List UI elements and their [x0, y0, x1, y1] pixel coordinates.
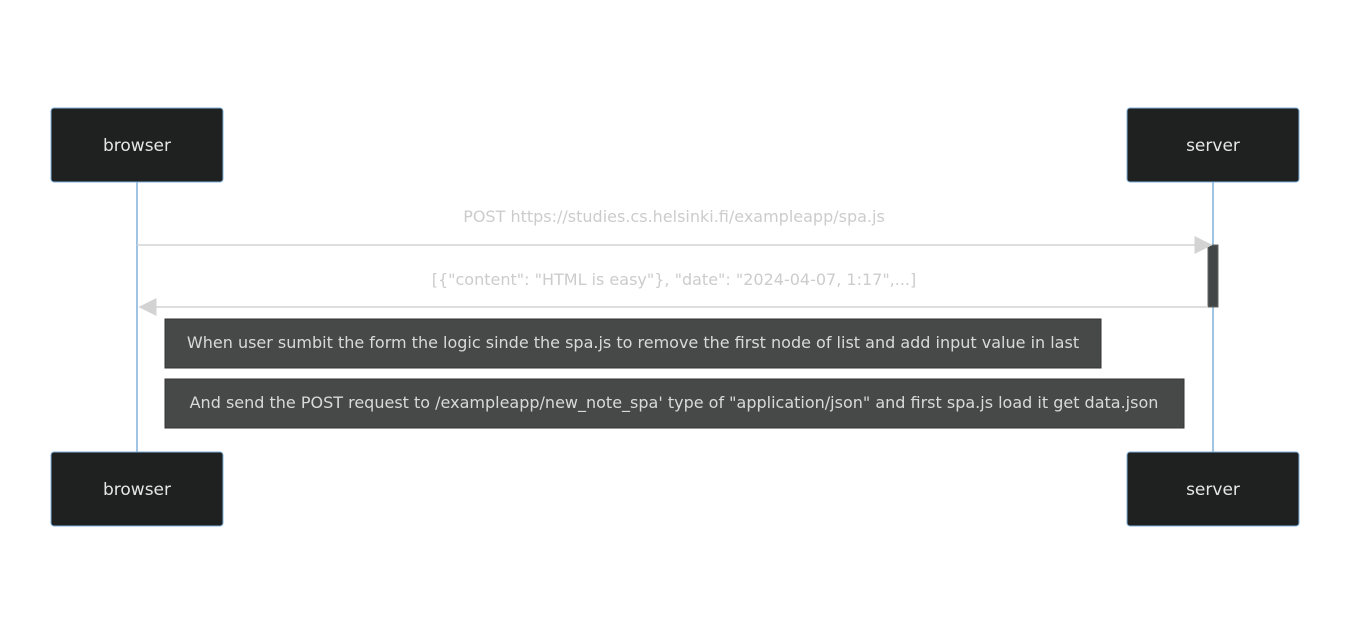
actor-server-top: server — [1126, 107, 1300, 183]
note-1: When user sumbit the form the logic sind… — [164, 318, 1102, 369]
actor-browser-bottom: browser — [50, 451, 224, 527]
note-text: When user sumbit the form the logic sind… — [187, 333, 1079, 352]
actor-label: browser — [103, 480, 171, 500]
note-2: And send the POST request to /exampleapp… — [164, 378, 1185, 429]
message-label: [{"content": "HTML is easy"}, "date": "2… — [432, 270, 917, 289]
message-label: POST https://studies.cs.helsinki.fi/exam… — [463, 207, 885, 226]
message-2: [{"content": "HTML is easy"}, "date": "2… — [138, 270, 1208, 316]
actor-browser-top: browser — [50, 107, 224, 183]
activation-box-server — [1207, 244, 1219, 308]
message-1: POST https://studies.cs.helsinki.fi/exam… — [137, 207, 1213, 254]
actor-label: server — [1186, 480, 1240, 500]
sequence-diagram: browser server POST https://studies.cs.h… — [50, 107, 1300, 527]
actor-server-bottom: server — [1126, 451, 1300, 527]
actor-label: server — [1186, 136, 1240, 156]
note-text: And send the POST request to /exampleapp… — [190, 393, 1159, 413]
actor-label: browser — [103, 136, 171, 156]
